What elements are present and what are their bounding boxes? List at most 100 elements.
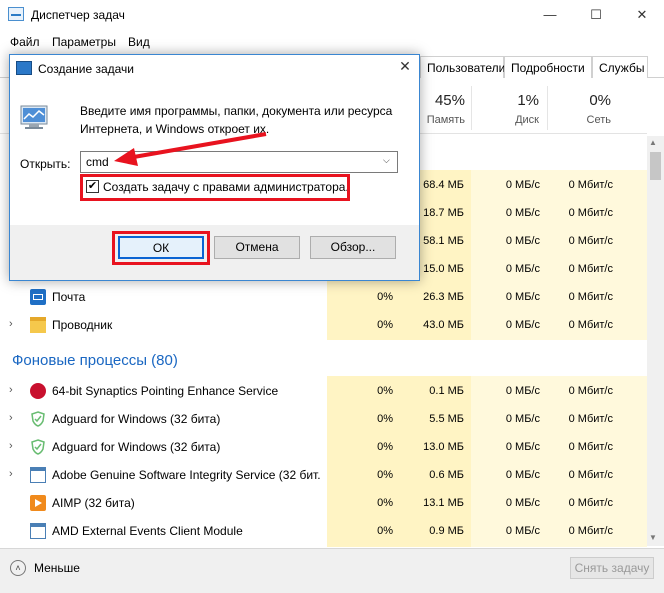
process-name: AIMP (32 бита) — [52, 496, 135, 510]
row-network: 0 Мбит/с — [568, 469, 613, 481]
process-name: Adobe Genuine Software Integrity Service… — [52, 468, 320, 482]
network-column-header[interactable]: 0% Сеть — [547, 86, 647, 130]
row-network: 0 Мбит/с — [568, 319, 613, 331]
disk-percent: 1% — [517, 92, 539, 109]
row-memory: 13.1 МБ — [423, 497, 464, 509]
row-disk: 0 МБ/с — [505, 207, 540, 219]
row-disk: 0 МБ/с — [505, 441, 540, 453]
row-disk: 0 МБ/с — [505, 263, 540, 275]
row-disk: 0 МБ/с — [505, 291, 540, 303]
menu-options[interactable]: Параметры — [52, 35, 116, 49]
scrollbar-thumb[interactable] — [650, 152, 661, 180]
scroll-down-icon[interactable]: ▼ — [649, 533, 657, 542]
synaptics-icon — [30, 383, 46, 399]
adguard-icon — [30, 411, 46, 427]
cancel-button[interactable]: Отмена — [214, 236, 300, 259]
row-cpu: 0% — [377, 525, 393, 537]
tab-services[interactable]: Службы — [592, 56, 648, 78]
row-network: 0 Мбит/с — [568, 235, 613, 247]
scroll-up-icon[interactable]: ▲ — [649, 138, 657, 147]
dialog-close-button[interactable]: ✕ — [395, 58, 415, 75]
row-disk: 0 МБ/с — [505, 179, 540, 191]
table-row-mail[interactable] — [0, 286, 647, 310]
row-network: 0 Мбит/с — [568, 413, 613, 425]
fewer-details-link[interactable]: Меньше — [34, 561, 80, 575]
service-window-icon — [30, 467, 46, 483]
row-disk: 0 МБ/с — [505, 319, 540, 331]
network-percent: 0% — [589, 92, 611, 109]
disk-column-header[interactable]: 1% Диск — [471, 86, 547, 130]
menu-view[interactable]: Вид — [128, 35, 150, 49]
row-disk: 0 МБ/с — [505, 469, 540, 481]
memory-label: Память — [426, 114, 465, 126]
tab-details[interactable]: Подробности — [504, 56, 592, 78]
row-network: 0 Мбит/с — [568, 179, 613, 191]
row-memory: 0.9 МБ — [429, 525, 464, 537]
row-network: 0 Мбит/с — [568, 385, 613, 397]
menu-file[interactable]: Файл — [10, 35, 40, 49]
chevron-up-icon[interactable]: ˄ — [10, 560, 26, 576]
row-network: 0 Мбит/с — [568, 441, 613, 453]
row-cpu: 0% — [377, 497, 393, 509]
process-name: Почта — [52, 290, 86, 304]
row-network: 0 Мбит/с — [568, 497, 613, 509]
chevron-right-icon[interactable]: › — [9, 440, 13, 452]
vertical-scrollbar[interactable] — [647, 136, 664, 546]
folder-icon — [30, 317, 46, 333]
adguard-icon — [30, 439, 46, 455]
highlight-box-admin — [80, 174, 350, 201]
chevron-right-icon[interactable]: › — [9, 412, 13, 424]
tab-users[interactable]: Пользователи — [420, 56, 505, 78]
row-network: 0 Мбит/с — [568, 291, 613, 303]
row-network: 0 Мбит/с — [568, 525, 613, 537]
row-memory: 0.1 МБ — [429, 385, 464, 397]
chevron-right-icon[interactable]: › — [9, 318, 13, 330]
row-cpu: 0% — [377, 319, 393, 331]
process-name: Проводник — [52, 318, 113, 332]
row-cpu: 0% — [377, 413, 393, 425]
dialog-description-line1: Введите имя программы, папки, документа … — [80, 104, 393, 118]
process-name: Adguard for Windows (32 бита) — [52, 440, 221, 454]
window-title: Диспетчер задач — [31, 8, 125, 22]
maximize-button[interactable]: ☐ — [586, 5, 606, 25]
row-cpu: 0% — [377, 291, 393, 303]
process-name: Adguard for Windows (32 бита) — [52, 412, 221, 426]
row-disk: 0 МБ/с — [505, 525, 540, 537]
row-network: 0 Мбит/с — [568, 207, 613, 219]
row-disk: 0 МБ/с — [505, 235, 540, 247]
ok-button[interactable]: ОК — [118, 236, 204, 259]
open-label: Открыть: — [20, 157, 71, 171]
process-name: AMD External Events Client Module — [52, 524, 243, 538]
footer-bar — [0, 548, 664, 593]
mail-icon — [30, 289, 46, 305]
chevron-right-icon[interactable]: › — [9, 468, 13, 480]
aimp-icon — [30, 495, 46, 511]
row-disk: 0 МБ/с — [505, 385, 540, 397]
annotation-arrow — [114, 132, 267, 166]
section-title: Фоновые процессы (80) — [12, 352, 178, 369]
row-cpu: 0% — [377, 469, 393, 481]
disk-label: Диск — [515, 114, 539, 126]
run-program-icon — [19, 103, 53, 133]
row-network: 0 Мбит/с — [568, 263, 613, 275]
service-window-icon — [30, 523, 46, 539]
memory-percent: 45% — [434, 92, 465, 109]
task-manager-icon — [8, 7, 24, 21]
process-name: 64-bit Synaptics Pointing Enhance Servic… — [52, 384, 279, 398]
row-cpu: 0% — [377, 441, 393, 453]
row-memory: 13.0 МБ — [423, 441, 464, 453]
chevron-right-icon[interactable]: › — [9, 384, 13, 396]
end-task-button[interactable]: Снять задачу — [570, 557, 654, 579]
chevron-down-icon[interactable]: ⌵ — [383, 155, 390, 166]
row-memory: 0.6 МБ — [429, 469, 464, 481]
close-button[interactable]: ✕ — [632, 5, 652, 25]
browse-button[interactable]: Обзор... — [310, 236, 396, 259]
row-cpu: 0% — [377, 385, 393, 397]
row-memory: 26.3 МБ — [423, 291, 464, 303]
network-label: Сеть — [586, 114, 611, 126]
row-memory: 5.5 МБ — [429, 413, 464, 425]
row-disk: 0 МБ/с — [505, 413, 540, 425]
minimize-button[interactable]: — — [540, 5, 560, 25]
dialog-title: Создание задачи — [38, 62, 134, 76]
row-disk: 0 МБ/с — [505, 497, 540, 509]
